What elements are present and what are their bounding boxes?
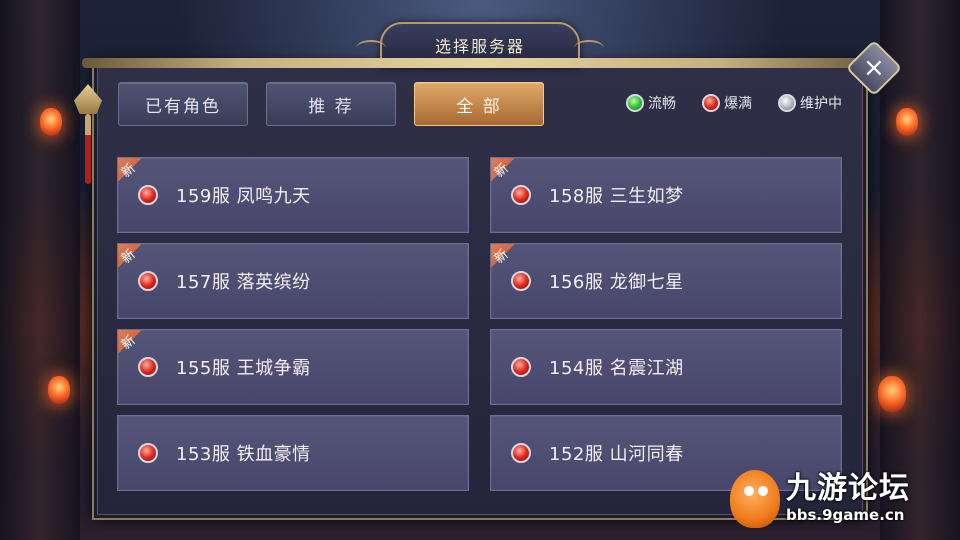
mascot-icon (730, 470, 780, 528)
new-badge-label: 新 (491, 247, 512, 267)
watermark-title: 九游论坛 (786, 471, 910, 506)
legend-label: 爆满 (724, 96, 752, 112)
new-badge: 新 (491, 244, 529, 282)
background-building-right (880, 0, 960, 540)
panel-top-border (82, 58, 878, 68)
watermark: 九游论坛 bbs.9game.cn (730, 470, 910, 528)
server-item[interactable]: 154服 名震江湖 (490, 329, 842, 405)
server-name: 157服 落英缤纷 (176, 272, 311, 293)
status-full-icon (511, 443, 531, 463)
new-badge-label: 新 (118, 333, 139, 353)
legend-maintenance: 维护中 (778, 93, 842, 113)
new-badge: 新 (118, 158, 156, 196)
lantern-icon (878, 376, 906, 412)
server-name: 153服 铁血豪情 (176, 444, 311, 465)
tab-all[interactable]: 全 部 (414, 82, 544, 126)
legend-smooth: 流畅 (626, 93, 676, 113)
legend-label: 流畅 (648, 96, 676, 112)
status-full-icon (702, 94, 720, 112)
server-item[interactable]: 153服 铁血豪情 (117, 415, 469, 491)
status-smooth-icon (626, 94, 644, 112)
tassel-icon (85, 114, 91, 184)
status-maintenance-icon (778, 94, 796, 112)
status-full-icon (511, 357, 531, 377)
tab-recommended[interactable]: 推 荐 (266, 82, 396, 126)
new-badge: 新 (491, 158, 529, 196)
server-item[interactable]: 新 159服 凤鸣九天 (117, 157, 469, 233)
server-name: 158服 三生如梦 (549, 186, 684, 207)
tab-existing-characters[interactable]: 已有角色 (118, 82, 248, 126)
server-name: 155服 王城争霸 (176, 358, 311, 379)
new-badge: 新 (118, 244, 156, 282)
server-name: 159服 凤鸣九天 (176, 186, 311, 207)
background-building-left (0, 0, 80, 540)
close-icon: × (863, 52, 885, 83)
lantern-icon (40, 108, 62, 136)
server-name: 154服 名震江湖 (549, 358, 684, 379)
status-full-icon (138, 443, 158, 463)
server-item[interactable]: 新 158服 三生如梦 (490, 157, 842, 233)
server-item[interactable]: 新 156服 龙御七星 (490, 243, 842, 319)
new-badge-label: 新 (491, 161, 512, 181)
server-item[interactable]: 新 157服 落英缤纷 (117, 243, 469, 319)
lantern-icon (48, 376, 70, 404)
watermark-url: bbs.9game.cn (786, 506, 905, 524)
new-badge: 新 (118, 330, 156, 368)
new-badge-label: 新 (118, 247, 139, 267)
server-item[interactable]: 新 155服 王城争霸 (117, 329, 469, 405)
legend-full: 爆满 (702, 93, 752, 113)
lantern-icon (896, 108, 918, 136)
server-name: 156服 龙御七星 (549, 272, 684, 293)
new-badge-label: 新 (118, 161, 139, 181)
server-name: 152服 山河同春 (549, 444, 684, 465)
legend-label: 维护中 (800, 96, 842, 112)
